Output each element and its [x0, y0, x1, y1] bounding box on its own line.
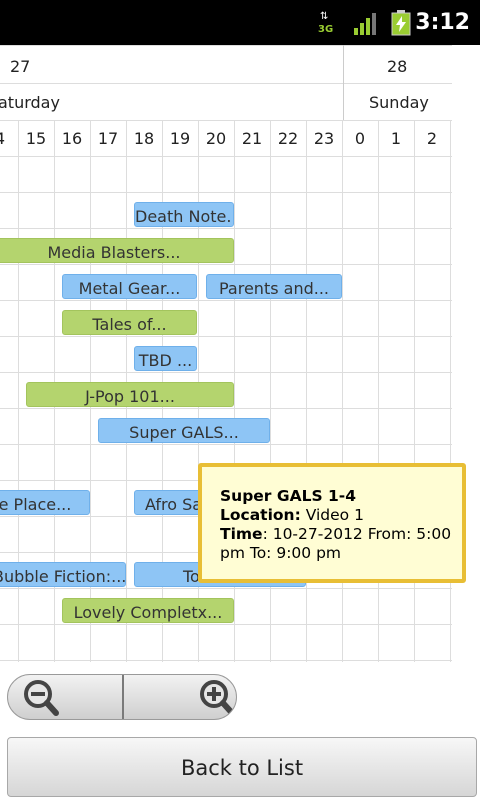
- event-block[interactable]: Tales of...: [62, 310, 197, 335]
- hour-label: 4: [0, 129, 18, 148]
- event-block[interactable]: TBD ...: [134, 346, 197, 371]
- signal-icon: [354, 13, 376, 35]
- hour-label: 21: [241, 129, 263, 148]
- zoom-out-icon: [24, 680, 59, 716]
- popup-time-row: Time: 10-27-2012 From: 5:00 pm To: 9:00 …: [220, 525, 462, 563]
- back-to-list-button[interactable]: Back to List: [7, 737, 477, 797]
- hour-label: 1: [390, 129, 402, 148]
- zoom-out-button[interactable]: [8, 675, 122, 719]
- hour-label: 2: [426, 129, 438, 148]
- event-block[interactable]: J-Pop 101...: [26, 382, 234, 407]
- event-block[interactable]: Super GALS...: [98, 418, 270, 443]
- popup-location-value: Video 1: [300, 506, 364, 524]
- event-detail-popup[interactable]: Super GALS 1-4 Location: Video 1 Time: 1…: [198, 463, 466, 583]
- popup-time-label: Time: [220, 525, 263, 543]
- popup-location-row: Location: Video 1: [220, 506, 462, 525]
- hour-label: 22: [277, 129, 299, 148]
- data-arrows-icon: ⇅ 3G: [318, 11, 334, 36]
- event-block[interactable]: e Place...: [0, 490, 90, 515]
- zoom-in-icon: [200, 680, 235, 716]
- event-block[interactable]: Lovely Completx...: [62, 598, 234, 623]
- hour-label: 19: [169, 129, 191, 148]
- date-label-27: 27: [10, 57, 31, 76]
- date-label-28: 28: [387, 57, 408, 76]
- day-label-sunday: Sunday: [369, 93, 429, 112]
- event-block[interactable]: Bubble Fiction:...: [0, 562, 126, 587]
- hour-label: 20: [205, 129, 227, 148]
- event-block[interactable]: Death Note...: [134, 202, 234, 227]
- popup-title: Super GALS 1-4: [220, 487, 357, 505]
- popup-location-label: Location:: [220, 506, 301, 524]
- hour-label: 16: [61, 129, 83, 148]
- event-block[interactable]: Metal Gear...: [62, 274, 197, 299]
- network-type-label: 3G: [318, 24, 334, 35]
- zoom-controls: [7, 674, 237, 720]
- status-bar: ⇅ 3G 3:12: [0, 0, 480, 45]
- hour-label: 0: [354, 129, 366, 148]
- hour-label: 15: [25, 129, 47, 148]
- clock: 3:12: [415, 10, 470, 35]
- event-block[interactable]: Media Blasters...: [0, 238, 234, 263]
- zoom-in-button[interactable]: [124, 675, 236, 719]
- hour-label: 23: [313, 129, 335, 148]
- battery-charging-icon: [391, 10, 411, 36]
- hour-label: 17: [97, 129, 119, 148]
- event-block[interactable]: Parents and...: [206, 274, 342, 299]
- hour-label: 18: [133, 129, 155, 148]
- day-label-saturday: aturday: [0, 93, 60, 112]
